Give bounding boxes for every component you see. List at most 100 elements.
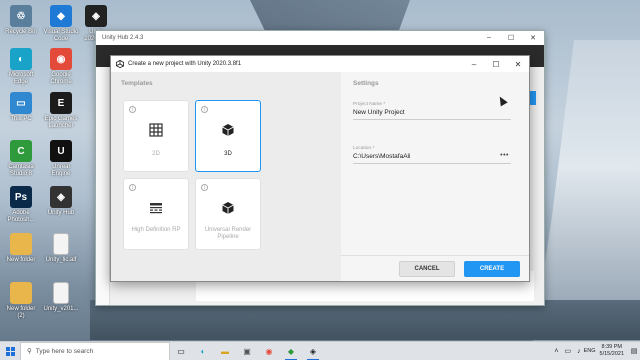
template-hdrp-card[interactable]: i High Definition RP	[123, 178, 189, 250]
cancel-button[interactable]: CANCEL	[399, 261, 455, 277]
unity-icon: ◈	[85, 5, 107, 27]
volume-icon[interactable]: ♪	[577, 348, 581, 355]
desktop-shortcut[interactable]: E Epic Games Launcher	[43, 92, 79, 130]
search-placeholder: Type here to search	[35, 347, 94, 355]
clock-date: 5/15/2021	[599, 351, 624, 357]
clock-time: 8:39 PM	[601, 344, 622, 350]
start-button[interactable]	[0, 342, 20, 360]
create-button[interactable]: CREATE	[464, 261, 520, 277]
epic-icon: E	[50, 92, 72, 114]
desktop-shortcut-label: Unity_lic.alf	[45, 257, 77, 263]
location-label: Location *	[353, 146, 375, 151]
grid-icon	[149, 123, 163, 137]
dialog-minimize-button[interactable]: –	[463, 60, 485, 69]
desktop-shortcut[interactable]: ◆ Visual Studio Code	[43, 5, 79, 43]
hub-close-button[interactable]: ✕	[522, 34, 544, 42]
desktop-shortcut-label: This PC	[10, 116, 32, 122]
desktop-shortcut-label: Epic Games Launcher	[44, 116, 78, 129]
template-name: High Definition RP	[131, 227, 181, 233]
desktop-shortcut-label: Microsoft Edge	[8, 72, 34, 85]
hub-title-bar: Unity Hub 2.4.3 – ☐ ✕	[96, 31, 544, 45]
task-view-icon[interactable]: ▭	[170, 342, 192, 360]
desktop-shortcut[interactable]: ◉ Google Chrome	[43, 48, 79, 86]
desktop-shortcut[interactable]: ◐ Microsoft Edge	[3, 48, 39, 86]
desktop-shortcut[interactable]: Unity_v201...	[43, 282, 79, 313]
dialog-title-bar: Create a new project with Unity 2020.3.8…	[111, 56, 529, 72]
network-icon[interactable]: ▭	[564, 347, 571, 355]
desktop-shortcut[interactable]: ♲ Recycle Bin	[3, 5, 39, 36]
template-urp-card[interactable]: i Universal Render Pipeline	[195, 178, 261, 250]
template-name: Universal Render Pipeline	[204, 227, 252, 240]
desktop-shortcut-label: Recycle Bin	[5, 29, 37, 35]
browse-button[interactable]: •••	[500, 152, 509, 159]
file-icon	[53, 233, 69, 255]
hub-minimize-button[interactable]: –	[478, 34, 500, 42]
unity-icon[interactable]: ◈	[302, 342, 324, 360]
camtasia-icon: C	[10, 140, 32, 162]
desktop-shortcut-label: Google Chrome	[50, 72, 72, 85]
desktop-shortcut[interactable]: ▭ This PC	[3, 92, 39, 123]
unity-hub-icon: ◈	[50, 186, 72, 208]
dialog-maximize-button[interactable]: ☐	[485, 60, 507, 69]
language-indicator[interactable]: ENG	[584, 348, 596, 354]
cube-icon	[222, 124, 234, 136]
dialog-close-button[interactable]: ✕	[507, 60, 529, 69]
template-2d-card[interactable]: i 2D	[123, 100, 189, 172]
windows-icon	[5, 346, 15, 356]
desktop-shortcut-label: New folder	[6, 257, 36, 263]
desktop-shortcut-label: Unity Hub	[47, 210, 75, 216]
chrome-icon[interactable]: ◉	[258, 342, 280, 360]
hub-title: Unity Hub 2.4.3	[102, 35, 144, 41]
clock[interactable]: 8:39 PM 5/15/2021	[600, 344, 624, 358]
folder-icon	[10, 282, 32, 304]
recycle-bin-icon: ♲	[10, 5, 32, 27]
template-name: 2D	[152, 151, 160, 157]
info-icon[interactable]: i	[201, 106, 208, 113]
desktop-shortcut-label: Unity_v201...	[43, 306, 79, 312]
desktop-shortcut[interactable]: Ps Adobe Photosh...	[3, 186, 39, 224]
search-icon: ⚲	[27, 348, 32, 355]
store-icon[interactable]: ▣	[236, 342, 258, 360]
project-name-label: Project Name *	[353, 102, 386, 107]
desktop-shortcut[interactable]: New folder (2)	[3, 282, 39, 320]
hdrp-icon	[150, 203, 162, 214]
explorer-icon[interactable]: ▬	[214, 342, 236, 360]
cube-icon	[222, 202, 234, 214]
chevron-up-icon[interactable]: ˄	[554, 348, 558, 355]
vscode-icon: ◆	[50, 5, 72, 27]
camtasia-icon[interactable]: ◆	[280, 342, 302, 360]
photoshop-icon: Ps	[10, 186, 32, 208]
info-icon[interactable]: i	[129, 106, 136, 113]
desktop-shortcut[interactable]: New folder	[3, 233, 39, 264]
template-3d-card[interactable]: i 3D	[195, 100, 261, 172]
desktop-shortcut-label: Adobe Photosh...	[7, 210, 35, 223]
hub-maximize-button[interactable]: ☐	[500, 34, 522, 42]
monitor-icon: ▭	[10, 92, 32, 114]
desktop-shortcut-label: Camtasia Studio 8	[8, 164, 34, 177]
desktop-shortcut[interactable]: U Unreal Engine	[43, 140, 79, 178]
taskbar: ⚲ Type here to search ▭ ◐ ▬ ▣ ◉ ◆ ◈ ˄ ▭ …	[0, 341, 640, 360]
system-tray: ˄ ▭ ♪ ENG 8:39 PM 5/15/2021 ▤	[551, 342, 640, 360]
location-field[interactable]: Location * C:\Users\MostafaAli •••	[353, 146, 511, 164]
desktop-shortcut[interactable]: Unity_lic.alf	[43, 233, 79, 264]
templates-pane: Templates i 2D i 3D i High Definition RP…	[111, 72, 341, 281]
notification-icon[interactable]: ▤	[628, 347, 640, 355]
project-name-field[interactable]: Project Name * New Unity Project	[353, 102, 511, 120]
dialog-footer: CANCEL CREATE	[341, 255, 529, 281]
location-value: C:\Users\MostafaAli	[353, 153, 411, 160]
edge-icon[interactable]: ◐	[192, 342, 214, 360]
info-icon[interactable]: i	[201, 184, 208, 191]
settings-heading: Settings	[353, 80, 379, 87]
location-input[interactable]: C:\Users\MostafaAli •••	[353, 152, 511, 164]
unity-icon	[116, 60, 124, 68]
desktop-shortcut-label: Unreal Engine	[51, 164, 71, 177]
desktop-shortcut-label: Visual Studio Code	[43, 29, 79, 42]
dialog-title: Create a new project with Unity 2020.3.8…	[128, 61, 242, 67]
desktop-shortcut[interactable]: ◈ Unity Hub	[43, 186, 79, 217]
desktop-shortcut[interactable]: C Camtasia Studio 8	[3, 140, 39, 178]
file-icon	[53, 282, 69, 304]
info-icon[interactable]: i	[129, 184, 136, 191]
project-name-input[interactable]: New Unity Project	[353, 109, 511, 120]
unreal-icon: U	[50, 140, 72, 162]
taskbar-search[interactable]: ⚲ Type here to search	[20, 341, 170, 360]
